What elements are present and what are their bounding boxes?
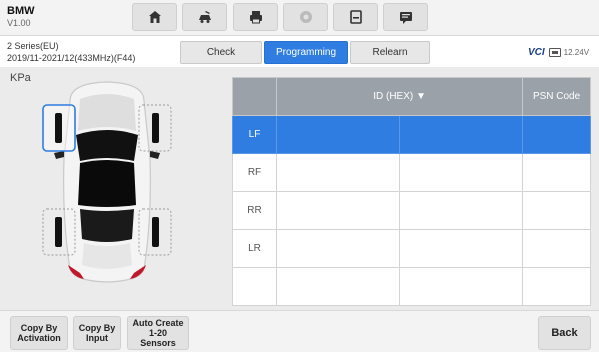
row-position: LF	[232, 115, 277, 154]
wheel-rf	[152, 113, 159, 143]
car-windshield	[76, 130, 138, 161]
tab-check[interactable]: Check	[180, 41, 262, 64]
id-cell-a[interactable]	[275, 229, 401, 268]
mirror-right	[150, 151, 160, 159]
printer-icon	[249, 11, 262, 24]
battery-icon	[548, 48, 561, 57]
psn-cell[interactable]	[522, 267, 591, 306]
vehicle-year-range: 2019/11-2021/12(433MHz)(F44)	[7, 53, 136, 63]
vci-status: VCI 12.24V	[528, 47, 589, 58]
battery-status: 12.24V	[548, 48, 590, 57]
row-position: LR	[232, 229, 277, 268]
id-cell-b[interactable]	[399, 115, 524, 154]
help-button[interactable]	[283, 3, 328, 31]
tab-programming[interactable]: Programming	[264, 41, 348, 64]
print-button[interactable]	[233, 3, 278, 31]
tpms-programming-panel: KPa ID (HEX) ▼ PSN Code LF RF RR LR	[0, 67, 599, 310]
save-icon	[349, 10, 362, 24]
car-service-icon	[198, 11, 211, 23]
auto-create-sensors-button[interactable]: Auto Create 1-20 Sensors	[127, 316, 189, 350]
psn-cell[interactable]	[522, 153, 591, 192]
back-button[interactable]: Back	[538, 316, 591, 350]
message-button[interactable]	[383, 3, 428, 31]
id-cell-a[interactable]	[275, 115, 401, 154]
car-hood	[78, 94, 136, 131]
id-cell-a[interactable]	[275, 153, 401, 192]
psn-cell[interactable]	[522, 115, 591, 154]
table-row-rf[interactable]: RF	[232, 153, 591, 192]
header-position	[232, 77, 277, 116]
row-position: RR	[232, 191, 277, 230]
vehicle-info: 2 Series(EU) 2019/11-2021/12(433MHz)(F44…	[7, 40, 135, 64]
header-psn-code: PSN Code	[522, 77, 591, 116]
vehicle-model: 2 Series(EU)	[7, 41, 59, 51]
table-row-lf[interactable]: LF	[232, 115, 591, 154]
header-id-hex[interactable]: ID (HEX) ▼	[275, 77, 524, 116]
id-cell-a[interactable]	[275, 267, 401, 306]
home-button[interactable]	[132, 3, 177, 31]
id-cell-b[interactable]	[399, 191, 524, 230]
id-cell-b[interactable]	[399, 267, 524, 306]
table-row-rr[interactable]: RR	[232, 191, 591, 230]
table-row-lr[interactable]: LR	[232, 229, 591, 268]
vehicle-make: BMW	[7, 5, 35, 17]
psn-cell[interactable]	[522, 191, 591, 230]
vci-label: VCI	[528, 47, 545, 58]
row-position: RF	[232, 153, 277, 192]
software-version: V1.00	[7, 18, 31, 28]
vehicle-service-button[interactable]	[182, 3, 227, 31]
pressure-unit-label: KPa	[10, 72, 31, 84]
top-toolbar: BMW V1.00	[0, 0, 599, 36]
copy-by-input-button[interactable]: Copy By Input	[73, 316, 121, 350]
car-rear-window	[80, 209, 134, 242]
mirror-left	[54, 151, 64, 159]
car-roof	[78, 160, 136, 207]
app-brand: BMW V1.00	[7, 5, 35, 29]
psn-cell[interactable]	[522, 229, 591, 268]
id-cell-b[interactable]	[399, 229, 524, 268]
id-cell-a[interactable]	[275, 191, 401, 230]
sensor-id-table: ID (HEX) ▼ PSN Code LF RF RR LR	[232, 77, 591, 306]
help-icon	[299, 11, 312, 23]
table-header-row: ID (HEX) ▼ PSN Code	[232, 77, 591, 116]
tab-relearn[interactable]: Relearn	[350, 41, 430, 64]
copy-by-activation-button[interactable]: Copy By Activation	[10, 316, 68, 350]
bottom-toolbar: Copy By Activation Copy By Input Auto Cr…	[0, 310, 599, 352]
save-button[interactable]	[333, 3, 378, 31]
home-icon	[148, 11, 161, 23]
car-trunk	[82, 243, 132, 269]
row-position	[232, 267, 277, 306]
car-top-view	[42, 81, 172, 283]
sub-header: 2 Series(EU) 2019/11-2021/12(433MHz)(F44…	[0, 37, 599, 67]
message-icon	[399, 12, 412, 24]
battery-voltage: 12.24V	[563, 48, 590, 57]
wheel-lr	[55, 217, 62, 247]
table-row-spare[interactable]	[232, 267, 591, 306]
id-cell-b[interactable]	[399, 153, 524, 192]
wheel-rr	[152, 217, 159, 247]
wheel-lf	[55, 113, 62, 143]
